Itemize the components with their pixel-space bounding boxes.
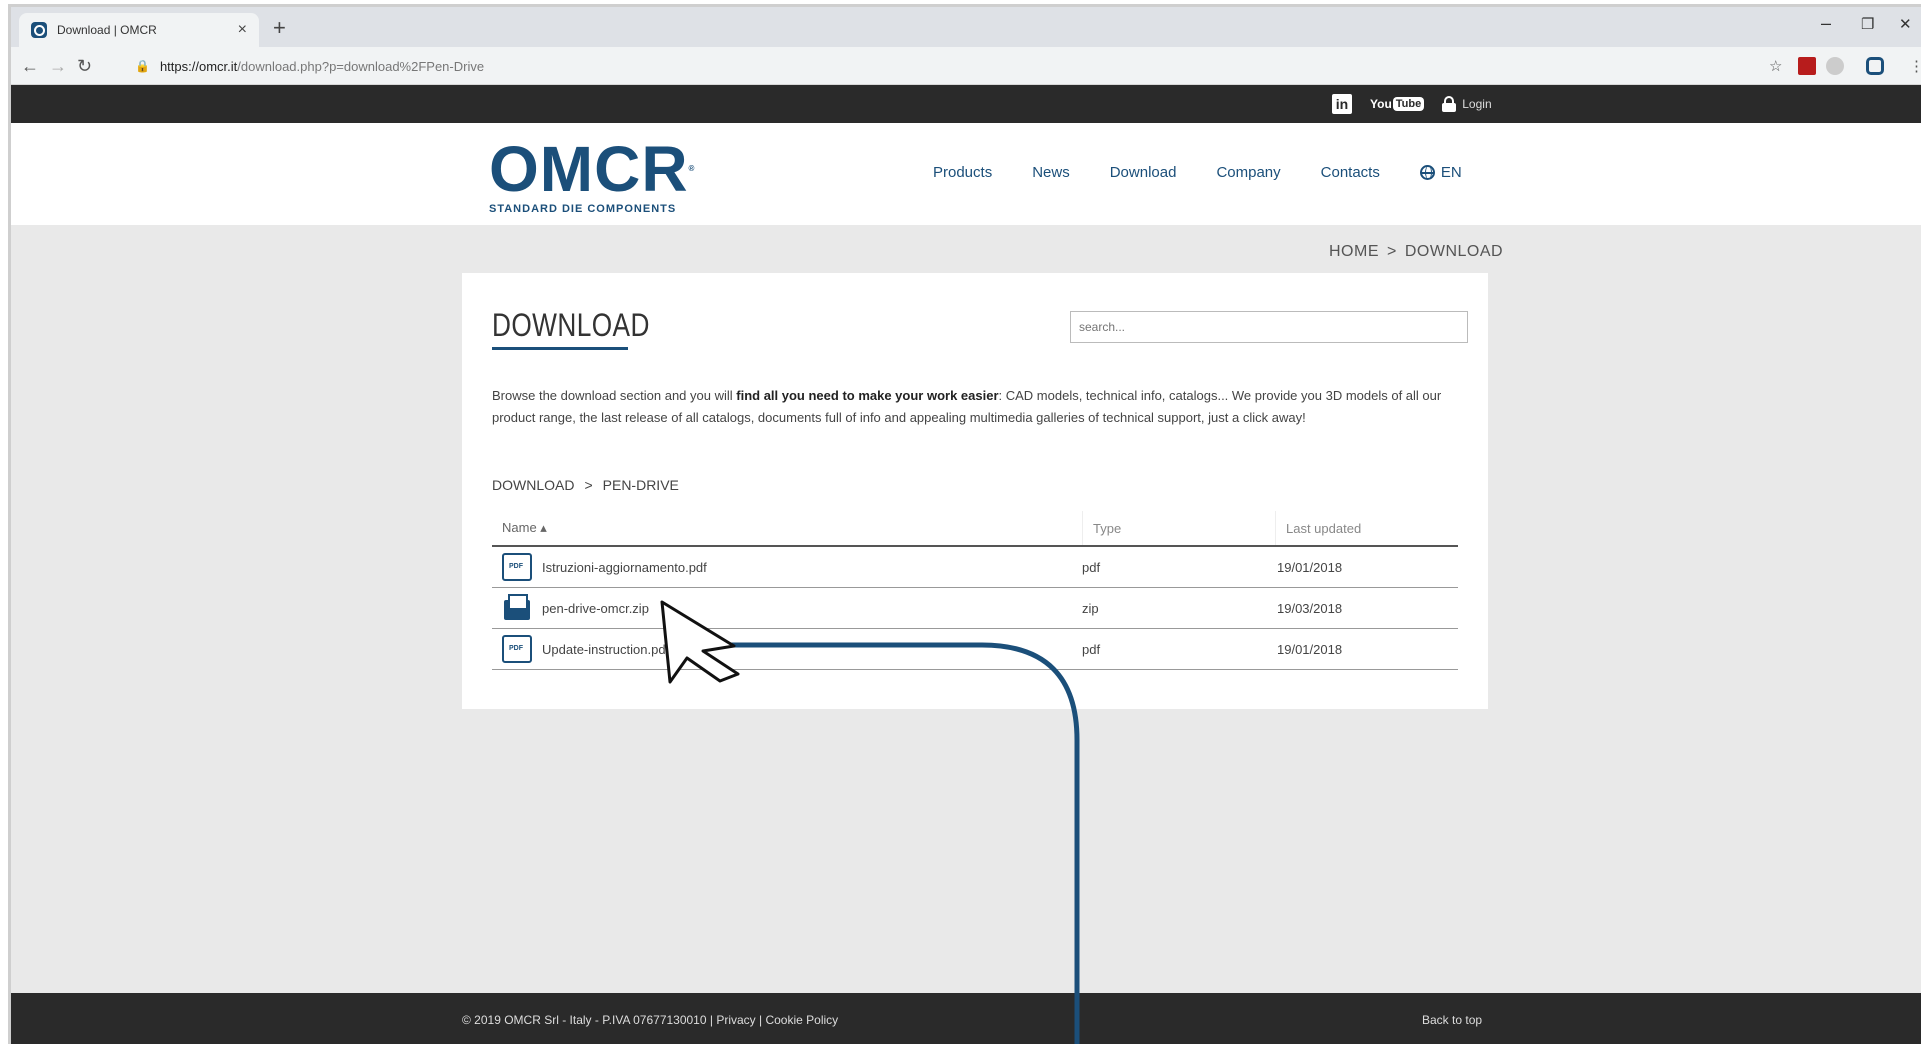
- breadcrumb-separator: >: [1387, 243, 1397, 260]
- back-arrow-icon[interactable]: ←: [21, 56, 39, 77]
- globe-icon: [1419, 165, 1435, 180]
- url-text: https://omcr.it/download.php?p=download%…: [160, 59, 484, 74]
- breadcrumb: HOME > DOWNLOAD: [1329, 243, 1503, 261]
- site-topbar: in You Tube Login: [11, 85, 1921, 123]
- logo-wordmark: OMCR ®: [489, 137, 709, 201]
- file-table: Name ▴ Type Last updated Istruzioni-aggi…: [492, 511, 1458, 670]
- registered-mark: ®: [688, 164, 696, 173]
- nav-contacts[interactable]: Contacts: [1321, 164, 1380, 181]
- file-type: zip: [1082, 600, 1099, 616]
- minimize-button[interactable]: –: [1821, 13, 1831, 34]
- url-bar[interactable]: 🔒 https://omcr.it/download.php?p=downloa…: [121, 53, 1761, 79]
- privacy-link[interactable]: Privacy: [716, 1013, 755, 1027]
- logo-text: OMCR: [489, 133, 689, 205]
- login-link[interactable]: Login: [1442, 96, 1492, 112]
- download-card: DOWNLOAD Browse the download section and…: [462, 273, 1488, 709]
- reload-icon[interactable]: ↻: [77, 56, 92, 77]
- nav-company[interactable]: Company: [1216, 164, 1280, 181]
- file-updated: 19/01/2018: [1277, 559, 1343, 575]
- footer-copyright: © 2019 OMCR Srl - Italy - P.IVA 07677130…: [462, 1013, 838, 1027]
- zip-icon: [502, 594, 532, 622]
- tab-close-icon[interactable]: ×: [238, 21, 247, 39]
- intro-text: Browse the download section and you will…: [492, 385, 1462, 429]
- screenshot-frame: Download | OMCR × + – ❐ ✕ ← → ↻ 🔒 https:…: [0, 0, 1921, 1044]
- url-host: https://omcr.it: [159, 58, 238, 74]
- language-label: EN: [1440, 164, 1462, 181]
- site-footer: © 2019 OMCR Srl - Italy - P.IVA 07677130…: [11, 993, 1921, 1044]
- menu-kebab-icon[interactable]: ⋮: [1909, 57, 1921, 75]
- column-header-type[interactable]: Type: [1082, 511, 1275, 545]
- bookmark-star-icon[interactable]: ☆: [1769, 57, 1782, 75]
- table-row: Istruzioni-aggiornamento.pdf pdf 19/01/2…: [492, 547, 1458, 588]
- table-row: Update-instruction.pdf pdf 19/01/2018: [492, 629, 1458, 670]
- table-row: pen-drive-omcr.zip zip 19/03/2018: [492, 588, 1458, 629]
- social-links: in You Tube Login: [1332, 94, 1492, 114]
- window-close-button[interactable]: ✕: [1899, 15, 1912, 33]
- extension-icon[interactable]: [1826, 57, 1844, 75]
- browser-window: Download | OMCR × + – ❐ ✕ ← → ↻ 🔒 https:…: [8, 4, 1921, 1044]
- omcr-favicon-icon: [31, 22, 47, 38]
- file-name: pen-drive-omcr.zip: [542, 600, 649, 616]
- site-header: OMCR ® STANDARD DIE COMPONENTS Products N…: [11, 123, 1921, 225]
- file-type: pdf: [1082, 559, 1101, 575]
- intro-bold: find all you need to make your work easi…: [736, 388, 999, 403]
- breadcrumb-current: DOWNLOAD: [1404, 243, 1504, 260]
- file-link[interactable]: pen-drive-omcr.zip: [492, 594, 1082, 622]
- acrobat-extension-icon[interactable]: [1798, 57, 1816, 75]
- file-link[interactable]: Istruzioni-aggiornamento.pdf: [492, 553, 1082, 581]
- url-path: /download.php?p=download%2FPen-Drive: [237, 58, 485, 74]
- file-name: Update-instruction.pdf: [542, 641, 670, 657]
- login-label: Login: [1462, 97, 1492, 111]
- logo-tagline: STANDARD DIE COMPONENTS: [489, 203, 677, 215]
- folder-crumb-download[interactable]: DOWNLOAD: [492, 477, 574, 493]
- page-title: DOWNLOAD: [492, 307, 650, 343]
- footer-separator: |: [755, 1013, 766, 1027]
- padlock-icon: [1442, 96, 1457, 112]
- pdf-icon: [502, 635, 532, 663]
- nav-news[interactable]: News: [1032, 164, 1070, 181]
- maximize-button[interactable]: ❐: [1861, 15, 1874, 33]
- intro-part-1: Browse the download section and you will: [492, 388, 737, 403]
- search-input[interactable]: [1070, 311, 1468, 343]
- folder-crumb-current: PEN-DRIVE: [602, 477, 679, 493]
- title-underline: [492, 347, 628, 350]
- new-tab-button[interactable]: +: [273, 15, 286, 41]
- youtube-suffix: Tube: [1392, 97, 1425, 111]
- file-updated: 19/03/2018: [1277, 600, 1343, 616]
- tab-title: Download | OMCR: [57, 23, 157, 37]
- pdf-icon: [502, 553, 532, 581]
- omcr-logo[interactable]: OMCR ® STANDARD DIE COMPONENTS: [489, 137, 709, 215]
- copyright-text: © 2019 OMCR Srl - Italy - P.IVA 07677130…: [462, 1013, 717, 1027]
- browser-tab[interactable]: Download | OMCR ×: [19, 13, 259, 47]
- file-type: pdf: [1082, 641, 1101, 657]
- column-header-updated[interactable]: Last updated: [1275, 511, 1458, 545]
- nav-products[interactable]: Products: [933, 164, 992, 181]
- tab-strip: Download | OMCR × + – ❐ ✕: [11, 7, 1921, 47]
- folder-crumb-separator: >: [584, 477, 593, 493]
- linkedin-icon[interactable]: in: [1332, 94, 1352, 114]
- back-to-top-link[interactable]: Back to top: [1422, 1013, 1482, 1027]
- youtube-prefix: You: [1370, 97, 1392, 111]
- youtube-icon[interactable]: You Tube: [1370, 97, 1425, 111]
- folder-breadcrumb: DOWNLOAD > PEN-DRIVE: [492, 477, 679, 493]
- secure-lock-icon: 🔒: [135, 59, 150, 73]
- file-link[interactable]: Update-instruction.pdf: [492, 635, 1082, 663]
- nav-download[interactable]: Download: [1110, 164, 1177, 181]
- file-name: Istruzioni-aggiornamento.pdf: [542, 559, 707, 575]
- address-bar-row: ← → ↻ 🔒 https://omcr.it/download.php?p=d…: [11, 47, 1921, 85]
- file-updated: 19/01/2018: [1277, 641, 1343, 657]
- main-nav: Products News Download Company Contacts …: [933, 164, 1462, 181]
- profile-extension-icon[interactable]: [1866, 57, 1884, 75]
- breadcrumb-home[interactable]: HOME: [1329, 243, 1379, 261]
- cookie-policy-link[interactable]: Cookie Policy: [765, 1013, 838, 1027]
- column-header-name[interactable]: Name ▴: [492, 520, 1082, 536]
- table-header: Name ▴ Type Last updated: [492, 511, 1458, 547]
- language-selector[interactable]: EN: [1419, 164, 1462, 181]
- forward-arrow-icon[interactable]: →: [49, 56, 67, 77]
